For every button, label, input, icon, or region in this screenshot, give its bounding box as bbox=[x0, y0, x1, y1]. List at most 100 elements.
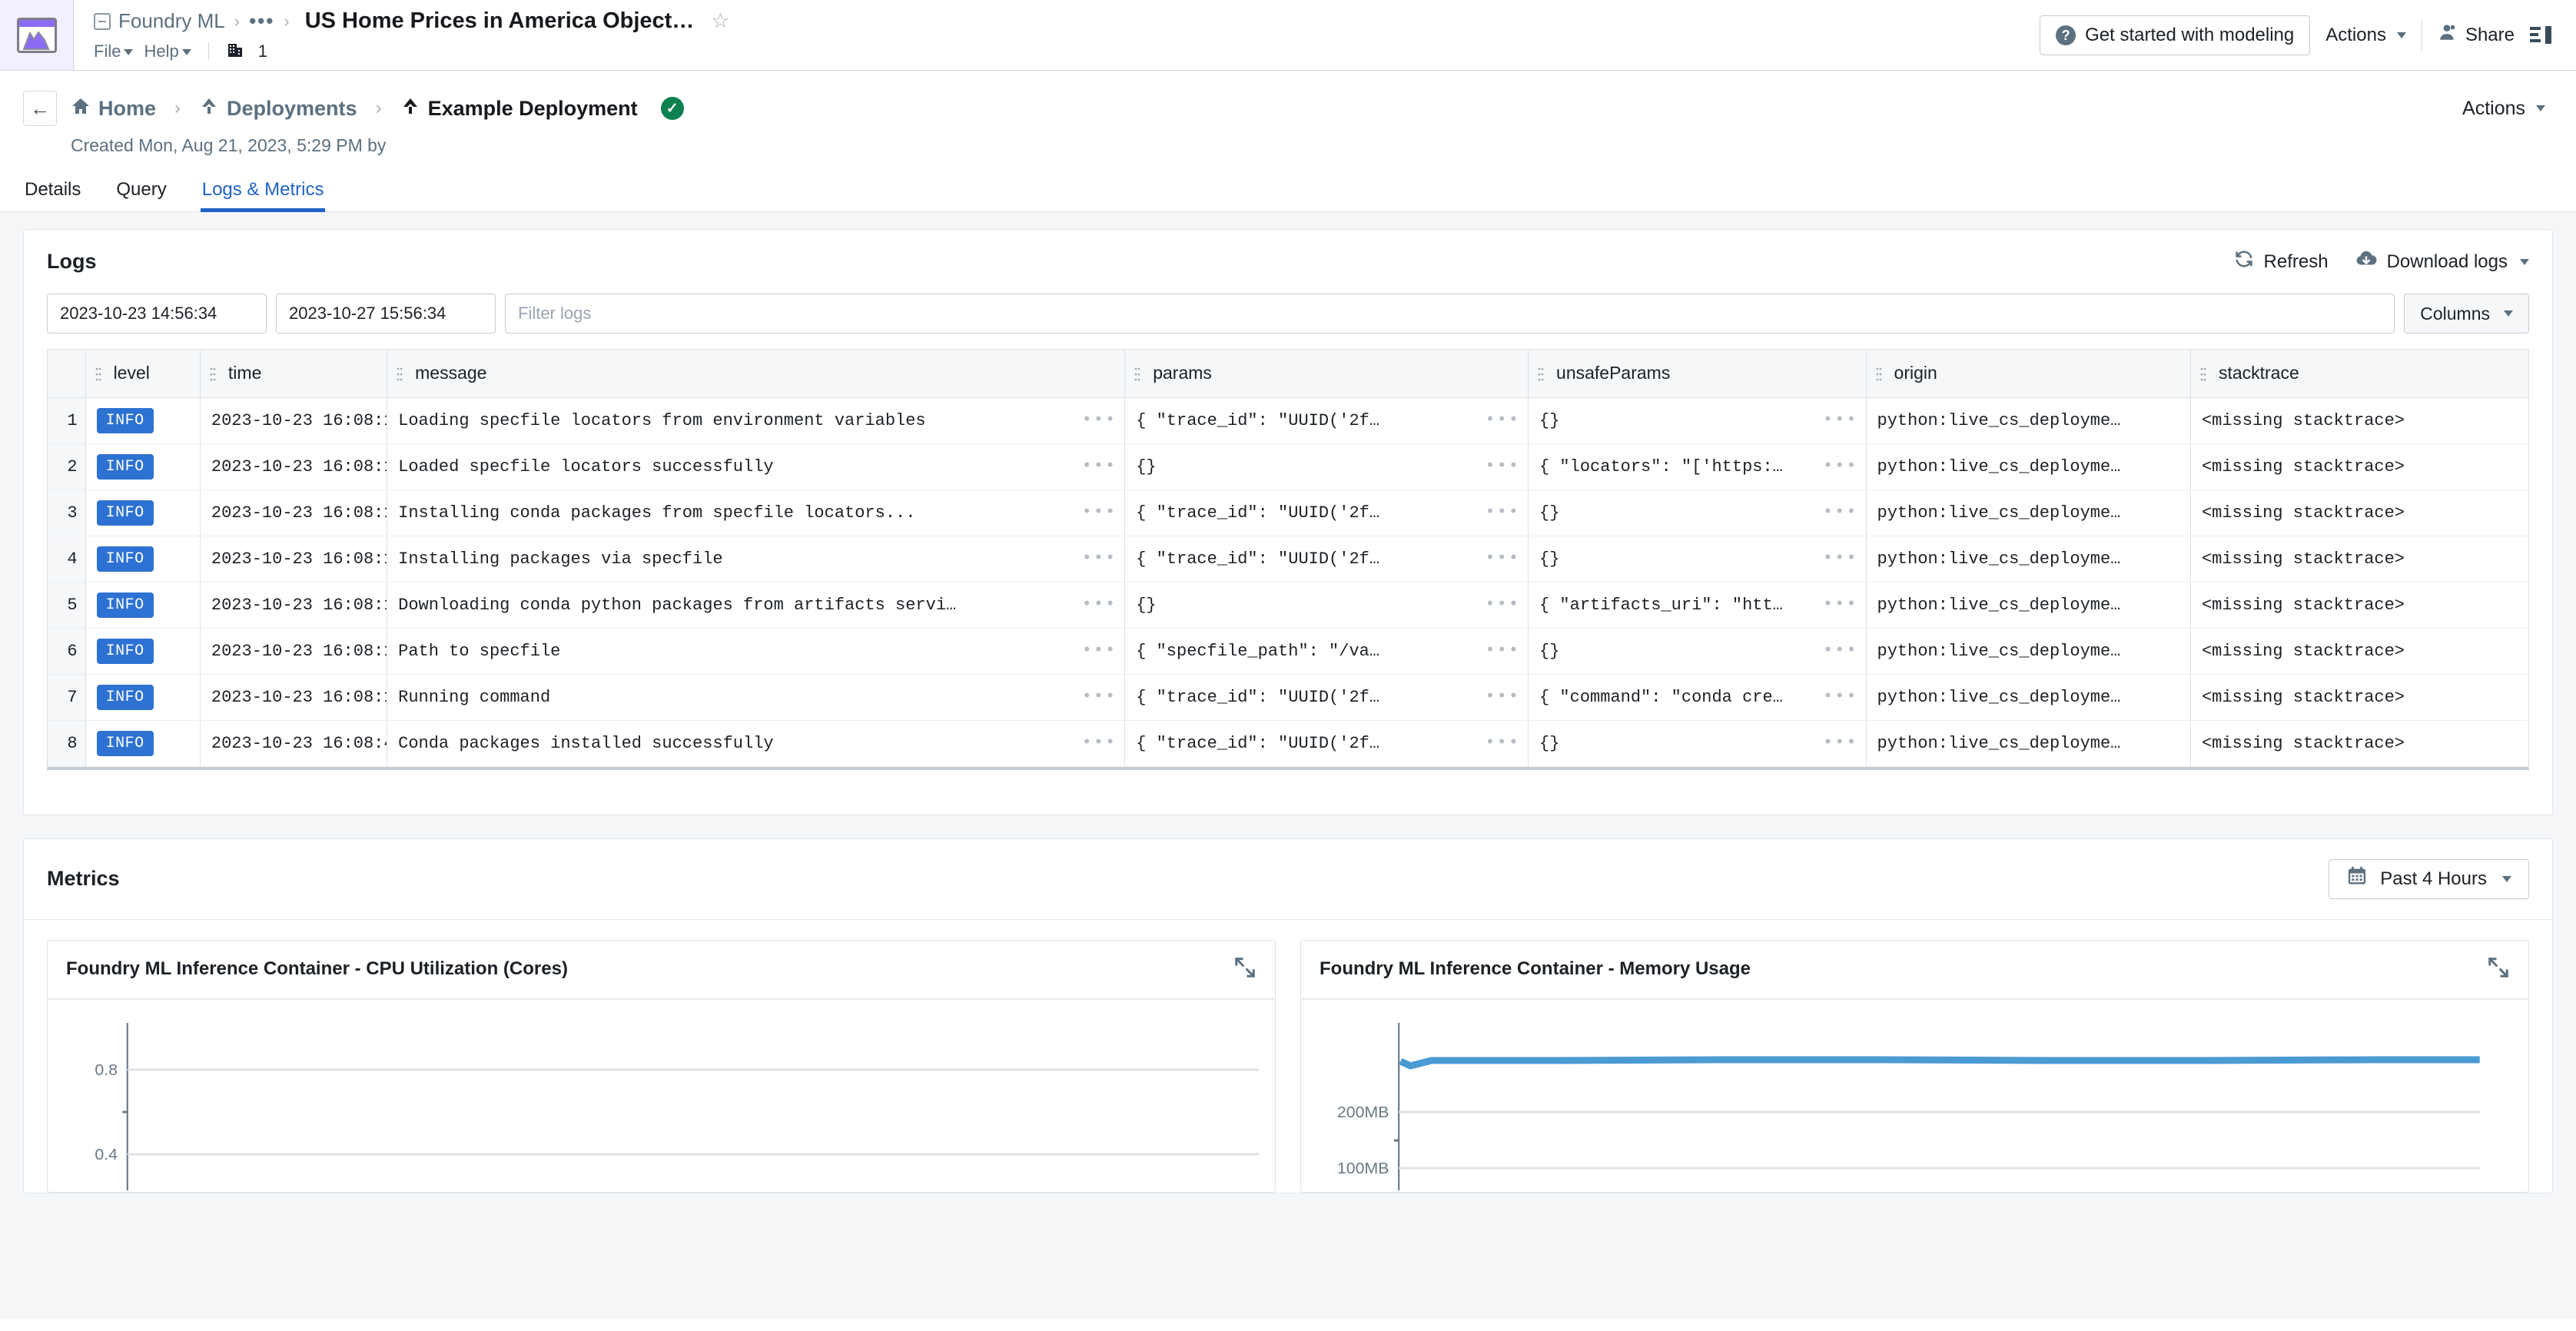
cell-overflow-menu-icon[interactable]: ••• bbox=[1477, 735, 1520, 752]
tab-query[interactable]: Query bbox=[115, 173, 168, 211]
breadcrumb-overflow-button[interactable]: ••• bbox=[249, 9, 274, 33]
cell-overflow-menu-icon[interactable]: ••• bbox=[1815, 735, 1858, 752]
calendar-icon bbox=[2346, 865, 2368, 892]
cell-overflow-menu-icon[interactable]: ••• bbox=[1815, 689, 1858, 705]
download-logs-button[interactable]: Download logs bbox=[2355, 248, 2529, 275]
tab-details[interactable]: Details bbox=[23, 173, 82, 211]
column-header-level[interactable]: level bbox=[85, 350, 201, 398]
cell-level: INFO bbox=[85, 628, 201, 675]
cell-overflow-menu-icon[interactable]: ••• bbox=[1477, 642, 1520, 659]
drag-handle-icon[interactable] bbox=[1876, 366, 1882, 381]
favorite-star-icon[interactable]: ☆ bbox=[711, 11, 729, 32]
cell-origin: python:live_cs_deployme… bbox=[1866, 443, 2191, 490]
cell-overflow-menu-icon[interactable]: ••• bbox=[1074, 642, 1117, 659]
chart-memory-title: Foundry ML Inference Container - Memory … bbox=[1320, 958, 1751, 979]
cell-overflow-menu-icon[interactable]: ••• bbox=[1815, 504, 1858, 521]
cell-overflow-menu-icon[interactable]: ••• bbox=[1074, 596, 1117, 613]
row-number-header bbox=[48, 350, 86, 398]
table-row[interactable]: 2 INFO 2023-10-23 16:08:17.548 Loaded sp… bbox=[48, 443, 2528, 490]
menu-help[interactable]: Help bbox=[144, 41, 191, 61]
drag-handle-icon[interactable] bbox=[2200, 366, 2206, 381]
cell-params-text: { "trace_id": "UUID('2f… bbox=[1136, 410, 1380, 430]
row-number: 7 bbox=[48, 674, 86, 721]
columns-button[interactable]: Columns bbox=[2404, 294, 2529, 334]
chart-memory-ytick-0: 200MB bbox=[1337, 1104, 1389, 1120]
breadcrumb-project-link[interactable]: Foundry ML bbox=[118, 9, 225, 33]
appbar-actions-label: Actions bbox=[2325, 24, 2386, 45]
expand-icon[interactable] bbox=[2487, 956, 2510, 983]
table-row[interactable]: 4 INFO 2023-10-23 16:08:17.577 Installin… bbox=[48, 536, 2528, 583]
table-row[interactable]: 8 INFO 2023-10-23 16:08:40.140 Conda pac… bbox=[48, 720, 2528, 767]
app-logo-container[interactable] bbox=[0, 0, 74, 70]
table-row[interactable]: 3 INFO 2023-10-23 16:08:17.563 Installin… bbox=[48, 490, 2528, 536]
column-header-stacktrace[interactable]: stacktrace bbox=[2190, 350, 2528, 398]
time-range-selector[interactable]: Past 4 Hours bbox=[2329, 858, 2529, 899]
cell-overflow-menu-icon[interactable]: ••• bbox=[1477, 550, 1520, 567]
cell-message: Conda packages installed successfully ••• bbox=[387, 720, 1126, 767]
deployment-actions-button[interactable]: Actions bbox=[2462, 98, 2553, 120]
drag-handle-icon[interactable] bbox=[95, 366, 101, 381]
cell-overflow-menu-icon[interactable]: ••• bbox=[1074, 504, 1117, 521]
share-button[interactable]: Share bbox=[2438, 22, 2515, 48]
cell-stacktrace: <missing stacktrace> bbox=[2190, 397, 2528, 444]
column-header-message[interactable]: message bbox=[387, 350, 1126, 398]
breadcrumb-home[interactable]: Home bbox=[71, 97, 156, 121]
logs-table-container: level time message params unsafeParams o… bbox=[47, 349, 2529, 770]
cell-overflow-menu-icon[interactable]: ••• bbox=[1477, 596, 1520, 613]
drag-handle-icon[interactable] bbox=[210, 366, 216, 381]
cell-overflow-menu-icon[interactable]: ••• bbox=[1074, 689, 1117, 705]
back-button[interactable]: ← bbox=[23, 91, 57, 126]
column-header-origin[interactable]: origin bbox=[1866, 350, 2191, 398]
cell-overflow-menu-icon[interactable]: ••• bbox=[1477, 412, 1520, 429]
filter-logs-input[interactable]: Filter logs bbox=[505, 294, 2395, 334]
menu-help-label: Help bbox=[144, 41, 179, 61]
cell-overflow-menu-icon[interactable]: ••• bbox=[1074, 735, 1117, 752]
columns-label: Columns bbox=[2420, 303, 2490, 324]
expand-icon[interactable] bbox=[1233, 956, 1256, 983]
table-row[interactable]: 7 INFO 2023-10-23 16:08:17.612 Running c… bbox=[48, 674, 2528, 721]
cell-overflow-menu-icon[interactable]: ••• bbox=[1074, 550, 1117, 567]
home-icon bbox=[71, 97, 91, 121]
cell-overflow-menu-icon[interactable]: ••• bbox=[1477, 504, 1520, 521]
resource-count[interactable]: 1 bbox=[258, 41, 267, 61]
refresh-button[interactable]: Refresh bbox=[2233, 248, 2329, 275]
cell-time: 2023-10-23 16:08:17.563 bbox=[200, 490, 388, 536]
menu-file[interactable]: File bbox=[94, 41, 134, 61]
cell-overflow-menu-icon[interactable]: ••• bbox=[1815, 458, 1858, 475]
chevron-down-icon bbox=[2536, 105, 2545, 111]
table-row[interactable]: 6 INFO 2023-10-23 16:08:17.600 Path to s… bbox=[48, 628, 2528, 675]
side-panel-toggle-icon[interactable] bbox=[2530, 25, 2553, 45]
tab-logs-and-metrics[interactable]: Logs & Metrics bbox=[200, 173, 326, 212]
column-header-unsafeparams[interactable]: unsafeParams bbox=[1528, 350, 1867, 398]
cell-stacktrace: <missing stacktrace> bbox=[2190, 443, 2528, 490]
cell-overflow-menu-icon[interactable]: ••• bbox=[1074, 458, 1117, 475]
table-row[interactable]: 5 INFO 2023-10-23 16:08:17.589 Downloadi… bbox=[48, 582, 2528, 629]
appbar-actions-button[interactable]: Actions bbox=[2325, 25, 2406, 46]
cell-overflow-menu-icon[interactable]: ••• bbox=[1815, 550, 1858, 567]
start-time-input[interactable]: 2023-10-23 14:56:34 bbox=[47, 294, 267, 334]
cell-origin: python:live_cs_deployme… bbox=[1866, 628, 2191, 675]
breadcrumb-deployments[interactable]: Deployments bbox=[199, 97, 357, 121]
cell-origin: python:live_cs_deployme… bbox=[1866, 490, 2191, 536]
cell-overflow-menu-icon[interactable]: ••• bbox=[1477, 458, 1520, 475]
column-header-params[interactable]: params bbox=[1124, 350, 1529, 398]
end-time-input[interactable]: 2023-10-27 15:56:34 bbox=[276, 294, 496, 334]
column-header-unsafeparams-label: unsafeParams bbox=[1556, 363, 1671, 383]
help-circle-icon: ? bbox=[2056, 25, 2076, 45]
cell-overflow-menu-icon[interactable]: ••• bbox=[1815, 412, 1858, 429]
cell-origin: python:live_cs_deployme… bbox=[1866, 582, 2191, 629]
drag-handle-icon[interactable] bbox=[1538, 366, 1544, 381]
column-header-time[interactable]: time bbox=[200, 350, 388, 398]
cell-overflow-menu-icon[interactable]: ••• bbox=[1815, 596, 1858, 613]
drag-handle-icon[interactable] bbox=[397, 366, 403, 381]
cell-unsafeparams-text: {} bbox=[1539, 549, 1560, 569]
deployment-breadcrumb-row: ← Home › Deployments › Example Deploymen… bbox=[23, 91, 2553, 126]
table-row[interactable]: 1 INFO 2023-10-23 16:08:17.500 Loading s… bbox=[48, 397, 2528, 444]
cell-overflow-menu-icon[interactable]: ••• bbox=[1815, 642, 1858, 659]
chart-card-cpu-utilization: Foundry ML Inference Container - CPU Uti… bbox=[47, 939, 1276, 1193]
get-started-with-modeling-button[interactable]: ? Get started with modeling bbox=[2040, 15, 2311, 55]
row-number: 3 bbox=[48, 490, 86, 536]
drag-handle-icon[interactable] bbox=[1134, 366, 1140, 381]
cell-overflow-menu-icon[interactable]: ••• bbox=[1477, 689, 1520, 705]
cell-overflow-menu-icon[interactable]: ••• bbox=[1074, 412, 1117, 429]
